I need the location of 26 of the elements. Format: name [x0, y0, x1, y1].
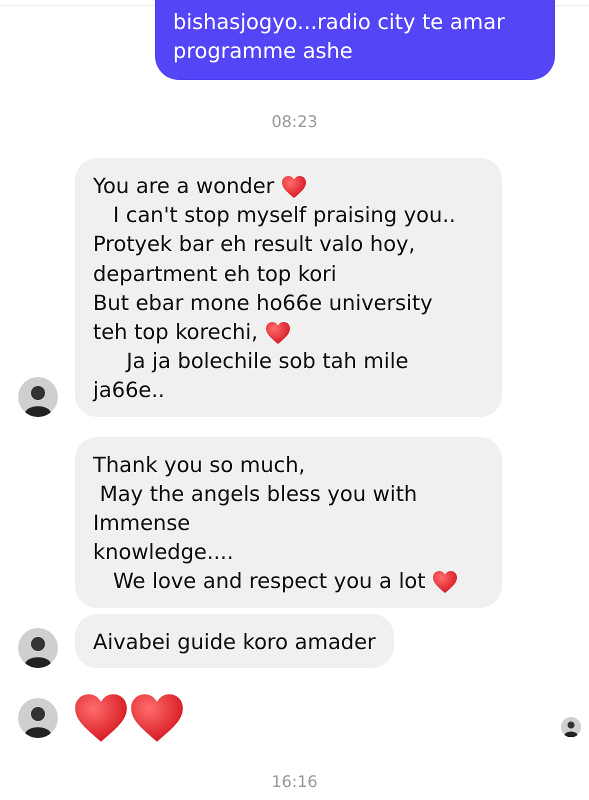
message-text: knowledge.... — [93, 539, 234, 566]
avatar[interactable] — [18, 628, 58, 668]
heart-icon — [264, 320, 291, 345]
avatar[interactable] — [18, 698, 58, 738]
message-text: Aivabei guide koro amader — [93, 628, 376, 656]
message-text: bishasjogyo...radio city te amar — [173, 9, 505, 36]
heart-icon — [432, 570, 458, 594]
message-text: We love and respect you a lot — [112, 568, 427, 596]
timestamp: 16:16 — [270, 770, 319, 793]
avatar[interactable] — [18, 376, 58, 417]
message-text: Thank you so much, — [93, 452, 306, 479]
message-text: May the angels bless you with — [98, 480, 418, 508]
message-text: Ja ja bolechile sob tah mile — [124, 348, 408, 376]
message-text: programme ashe — [173, 38, 353, 65]
message-text: Protyek bar eh result valo hoy, — [93, 231, 416, 258]
heart-icon — [280, 174, 307, 199]
message-text: But ebar mone ho66e university — [93, 290, 433, 317]
message-text: ja66e.. — [93, 377, 165, 404]
message-text: You are a wonder — [93, 173, 276, 200]
message-text: department eh top kori — [93, 260, 337, 288]
message-text: Immense — [93, 510, 190, 538]
heart-icon — [129, 692, 185, 744]
heart-icon — [73, 692, 129, 744]
message-text: I can't stop myself praising you.. — [112, 202, 456, 230]
timestamp: 08:23 — [270, 111, 319, 133]
message-text: teh top korechi, — [93, 319, 259, 346]
